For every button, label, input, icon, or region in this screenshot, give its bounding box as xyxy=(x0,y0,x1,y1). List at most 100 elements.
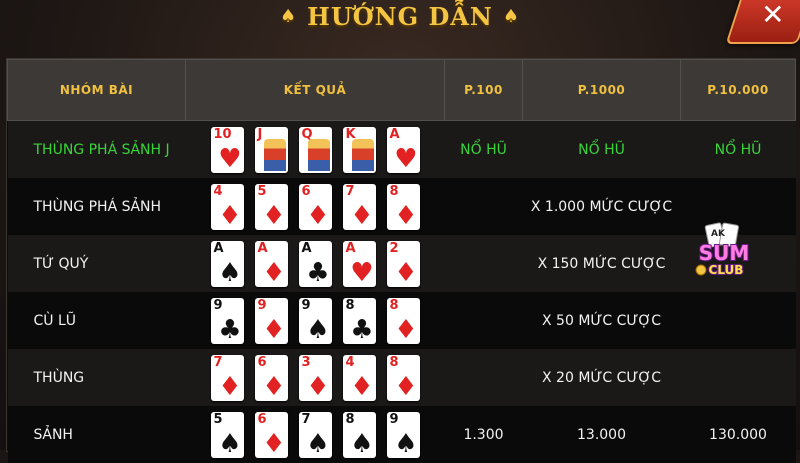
column-header-result: KẾT QUẢ xyxy=(185,59,445,121)
card-rank: 9 xyxy=(213,297,223,313)
playing-card: 3 ♦ xyxy=(298,354,332,401)
hand-group-label: THÙNG PHÁ SẢNH xyxy=(7,178,186,235)
card-suit-icon: ♦ xyxy=(262,371,286,401)
logo-card-text: AK xyxy=(711,229,726,239)
card-rank: 2 xyxy=(389,240,399,256)
card-suit-icon: ♣ xyxy=(306,257,330,287)
card-rank: 8 xyxy=(389,183,399,199)
table-row: THÙNG 7 ♦ 6 ♦ 3 ♦ 4 ♦ 8 ♦ X 20 MỨC CƯỢC xyxy=(7,349,796,406)
hand-group-label: TỨ QUÝ xyxy=(7,235,186,292)
card-rank: 9 xyxy=(389,411,399,427)
playing-card: A ♥ xyxy=(386,126,420,173)
playing-card: 8 ♠ xyxy=(342,411,376,458)
sum-club-logo-icon: AK SUM CLUB xyxy=(695,222,750,278)
card-suit-icon: ♠ xyxy=(350,428,374,458)
card-rank: A xyxy=(389,126,400,142)
card-rank: 6 xyxy=(257,411,267,427)
card-suit-icon: ♠ xyxy=(218,428,242,458)
card-suit-icon: ♦ xyxy=(306,200,330,230)
playing-card: 8 ♦ xyxy=(386,297,420,344)
playing-card: 7 ♠ xyxy=(298,411,332,458)
card-rank: 8 xyxy=(389,297,399,313)
playing-card: 8 ♦ xyxy=(386,183,420,230)
playing-card: J xyxy=(254,126,288,173)
card-rank: 5 xyxy=(257,183,267,199)
hand-cards: 7 ♦ 6 ♦ 3 ♦ 4 ♦ 8 ♦ xyxy=(185,349,445,406)
card-suit-icon: ♦ xyxy=(218,200,242,230)
playing-card: Q xyxy=(298,126,332,173)
playing-card: 8 ♣ xyxy=(342,297,376,344)
playing-card: 2 ♦ xyxy=(386,240,420,287)
playing-card: 6 ♦ xyxy=(254,411,288,458)
face-card-figure-icon xyxy=(307,138,330,171)
hand-cards: 9 ♣ 9 ♦ 9 ♠ 8 ♣ 8 ♦ xyxy=(185,292,445,349)
card-rank: A xyxy=(257,240,268,256)
card-rank: 4 xyxy=(213,183,223,199)
table-row: THÙNG PHÁ SẢNH J 10 ♥ J Q K A ♥ NỔ HŨ NỔ HŨ NỔ HŨ xyxy=(7,120,796,178)
hand-cards: 5 ♠ 6 ♦ 7 ♠ 8 ♠ 9 ♠ xyxy=(185,406,445,463)
playing-card: 9 ♠ xyxy=(386,411,420,458)
card-suit-icon: ♣ xyxy=(218,314,242,344)
page-title: ♠ HƯỚNG DẪN ♠ xyxy=(0,2,800,31)
column-header-p1000: P.1000 xyxy=(522,59,681,121)
card-suit-icon: ♠ xyxy=(306,314,330,344)
card-rank: 10 xyxy=(213,126,232,142)
card-rank: 6 xyxy=(257,354,267,370)
table-row: SẢNH 5 ♠ 6 ♦ 7 ♠ 8 ♠ 9 ♠ 1.300 13.000 130.000 xyxy=(7,406,796,463)
card-rank: 3 xyxy=(301,354,311,370)
payout-p100 xyxy=(444,349,523,406)
card-rank: A xyxy=(301,240,312,256)
face-card-figure-icon xyxy=(351,138,374,171)
card-suit-icon: ♥ xyxy=(218,143,242,173)
payout-p100 xyxy=(444,178,523,235)
card-rank: 7 xyxy=(301,411,311,427)
card-rank: 9 xyxy=(301,297,311,313)
card-rank: 6 xyxy=(301,183,311,199)
playing-card: 10 ♥ xyxy=(210,126,244,173)
card-suit-icon: ♦ xyxy=(218,371,242,401)
face-card-figure-icon xyxy=(263,138,286,171)
card-suit-icon: ♠ xyxy=(218,257,242,287)
payout-p1000: 13.000 xyxy=(522,406,681,463)
card-suit-icon: ♦ xyxy=(262,257,286,287)
hand-group-label: THÙNG xyxy=(7,349,186,406)
payout-p100 xyxy=(444,292,523,349)
hand-cards: 4 ♦ 5 ♦ 6 ♦ 7 ♦ 8 ♦ xyxy=(185,178,445,235)
card-rank: 8 xyxy=(389,354,399,370)
payout-p10000 xyxy=(680,349,796,406)
card-rank: 7 xyxy=(345,183,355,199)
card-suit-icon: ♦ xyxy=(262,314,286,344)
card-rank: 8 xyxy=(345,297,355,313)
card-suit-icon: ♦ xyxy=(394,314,418,344)
payout-p1000: NỔ HŨ xyxy=(522,120,681,178)
payout-p10000: 130.000 xyxy=(680,406,796,463)
card-suit-icon: ♦ xyxy=(394,257,418,287)
card-suit-icon: ♥ xyxy=(350,257,374,287)
title-bar: ♠ HƯỚNG DẪN ♠ ✕ xyxy=(0,0,800,44)
hand-group-label: THÙNG PHÁ SẢNH J xyxy=(7,120,186,178)
playing-card: 6 ♦ xyxy=(298,183,332,230)
playing-card: 5 ♦ xyxy=(254,183,288,230)
playing-card: A ♠ xyxy=(210,240,244,287)
playing-card: A ♥ xyxy=(342,240,376,287)
card-suit-icon: ♦ xyxy=(262,428,286,458)
playing-card: 9 ♦ xyxy=(254,297,288,344)
card-suit-icon: ♦ xyxy=(306,371,330,401)
column-header-p10000: P.10.000 xyxy=(680,59,796,121)
spade-icon: ♠ xyxy=(502,6,520,27)
card-suit-icon: ♠ xyxy=(306,428,330,458)
card-rank: 5 xyxy=(213,411,223,427)
card-rank: A xyxy=(345,240,356,256)
close-button[interactable]: ✕ xyxy=(725,0,800,44)
hand-group-label: CÙ LŨ xyxy=(7,292,186,349)
card-suit-icon: ♦ xyxy=(350,200,374,230)
card-rank: A xyxy=(213,240,224,256)
card-suit-icon: ♣ xyxy=(350,314,374,344)
payout-p10000 xyxy=(680,292,796,349)
page-title-text: HƯỚNG DẪN xyxy=(307,2,493,31)
logo-text-top: SUM xyxy=(699,241,750,265)
rules-panel: NHÓM BÀI KẾT QUẢ P.100 P.1000 P.10.000 T… xyxy=(6,58,796,463)
hand-cards: A ♠ A ♦ A ♣ A ♥ 2 ♦ xyxy=(185,235,445,292)
playing-card: 9 ♣ xyxy=(210,297,244,344)
spade-icon: ♠ xyxy=(280,6,298,27)
